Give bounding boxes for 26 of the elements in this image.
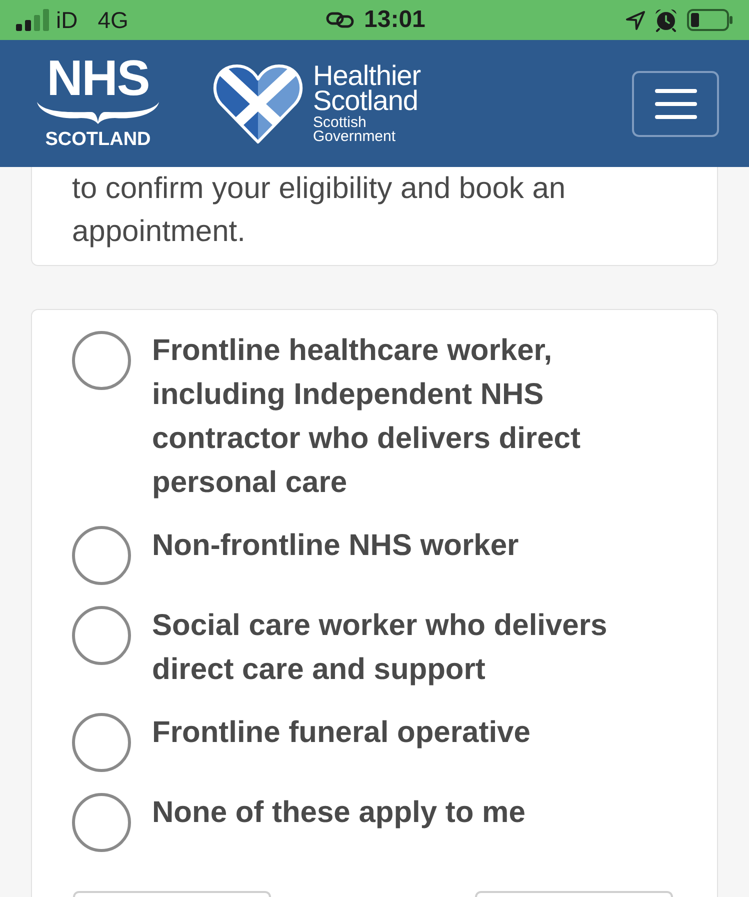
- partner-logo-title: Healthier Scotland: [313, 63, 421, 113]
- network-type: 4G: [98, 8, 128, 32]
- radio-button[interactable]: [72, 331, 131, 390]
- heart-saltire-icon: [213, 62, 303, 146]
- link-icon: [326, 12, 354, 28]
- menu-button[interactable]: [632, 70, 719, 136]
- location-arrow-icon: [626, 10, 645, 30]
- option-label[interactable]: Non-frontline NHS worker: [152, 524, 642, 568]
- radio-button[interactable]: [72, 526, 131, 585]
- alarm-clock-icon: [654, 8, 678, 32]
- carrier-name: iD: [56, 8, 78, 32]
- intro-text: to confirm your eligibility and book an appointment.: [72, 171, 567, 250]
- nhs-logo-title: NHS: [46, 56, 150, 100]
- option-label[interactable]: Social care worker who delivers direct care and support: [152, 604, 642, 692]
- radio-button[interactable]: [72, 793, 131, 852]
- option-label[interactable]: None of these apply to me: [152, 791, 642, 835]
- clock-time: 13:01: [364, 8, 426, 32]
- option-label[interactable]: Frontline funeral operative: [152, 711, 642, 755]
- option-label[interactable]: Frontline healthcare worker, including Independent NHS contractor who delivers direct personal care: [152, 329, 642, 505]
- battery-icon: [687, 9, 733, 31]
- radio-button[interactable]: [72, 606, 131, 665]
- partner-logo-subtitle: Scottish Government: [313, 116, 396, 144]
- radio-button[interactable]: [72, 713, 131, 772]
- signal-strength-icon: [16, 9, 50, 31]
- menu-icon: [654, 88, 696, 118]
- nhs-logo-subtitle: SCOTLAND: [45, 128, 151, 152]
